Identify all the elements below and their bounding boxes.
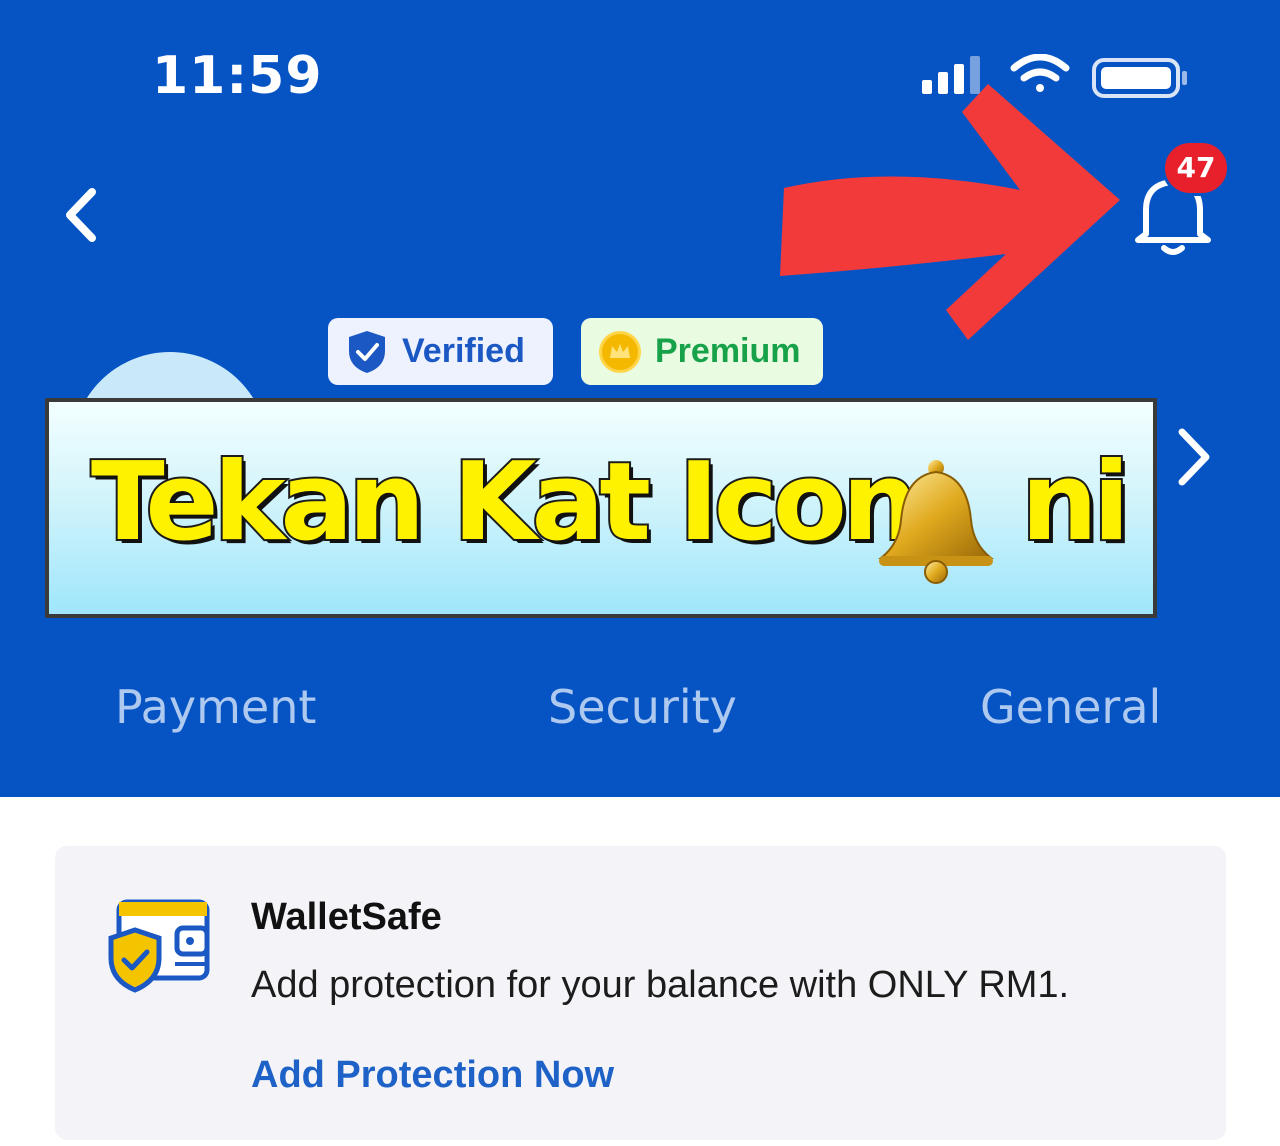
tab-security[interactable]: Security — [548, 680, 737, 734]
wallet-shield-icon — [108, 899, 210, 993]
gold-bell-emoji — [878, 460, 994, 584]
shield-check-icon — [349, 330, 385, 373]
banner-text-end: ni — [1019, 438, 1132, 567]
walletsafe-description: Add protection for your balance with ONL… — [251, 964, 1070, 1006]
tab-bar: Payment Security General — [0, 680, 1280, 760]
verified-label: Verified — [402, 332, 525, 370]
crown-icon — [599, 330, 641, 373]
walletsafe-title: WalletSafe — [251, 896, 442, 938]
premium-badge: Premium — [581, 318, 823, 385]
add-protection-link[interactable]: Add Protection Now — [251, 1054, 614, 1097]
status-time: 11:59 — [152, 46, 323, 106]
instruction-banner: Tekan Kat Icon ni — [45, 398, 1157, 618]
banner-text: Tekan Kat Icon — [89, 438, 921, 567]
back-icon[interactable] — [56, 180, 112, 250]
tab-general[interactable]: General — [980, 680, 1161, 734]
chevron-right-icon[interactable] — [1172, 424, 1216, 490]
tab-payment[interactable]: Payment — [115, 680, 316, 734]
red-arrow — [780, 84, 1120, 340]
notification-badge: 47 — [1162, 140, 1230, 196]
walletsafe-card: WalletSafe Add protection for your balan… — [55, 846, 1226, 1140]
premium-label: Premium — [655, 332, 801, 370]
profile-header: 11:59 47 Verified Premium Tekan Kat Icon… — [0, 0, 1280, 797]
verified-badge: Verified — [328, 318, 553, 385]
